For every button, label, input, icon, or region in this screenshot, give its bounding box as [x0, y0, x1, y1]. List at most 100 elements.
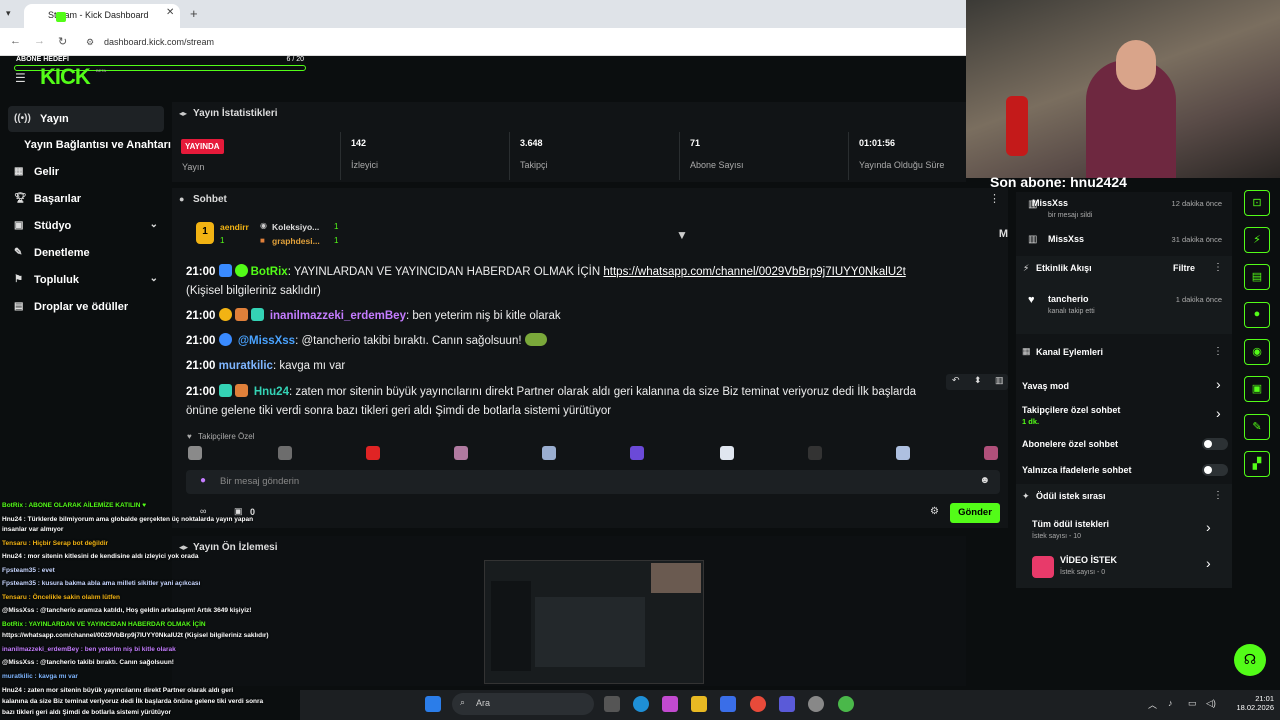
- forward-icon[interactable]: →: [34, 35, 45, 47]
- copilot-icon[interactable]: [662, 696, 678, 712]
- message-user[interactable]: @MissXss: [238, 335, 295, 347]
- chat-bubble-icon[interactable]: ●: [1244, 302, 1270, 328]
- sidebar-item-drops[interactable]: ▤ Droplar ve ödüller: [8, 294, 164, 320]
- chat-input[interactable]: ● Bir mesaj gönderin ☻: [186, 470, 1000, 494]
- fullscreen-icon[interactable]: ⊡: [1244, 190, 1270, 216]
- chrome-active-icon[interactable]: [838, 696, 854, 712]
- gift-icon: ■: [260, 236, 265, 245]
- reward-all-requests[interactable]: Tüm ödül istekleri: [1032, 519, 1109, 529]
- avatar[interactable]: [188, 446, 202, 460]
- avatar[interactable]: [984, 446, 998, 460]
- obs-icon[interactable]: [808, 696, 824, 712]
- avatar[interactable]: [454, 446, 468, 460]
- avatar[interactable]: [630, 446, 644, 460]
- chevron-down-icon: ⌄: [149, 219, 158, 230]
- network-icon[interactable]: ▭: [1188, 698, 1197, 709]
- send-button[interactable]: Gönder: [950, 503, 1000, 523]
- action-slow-mode[interactable]: Yavaş mod: [1022, 381, 1069, 391]
- chevron-right-icon[interactable]: ›: [1206, 555, 1211, 571]
- bot-badge-icon: [218, 333, 232, 346]
- site-info-icon[interactable]: ⚙: [86, 37, 94, 48]
- activity-user[interactable]: tancherio: [1048, 294, 1089, 304]
- sidebar-item-studio[interactable]: ▣ Stüdyo ⌄: [8, 213, 164, 239]
- avatar[interactable]: [896, 446, 910, 460]
- message-user[interactable]: BotRix: [251, 266, 288, 278]
- tray-chevron-icon[interactable]: ︿: [1148, 698, 1157, 711]
- chevron-right-icon[interactable]: ›: [1206, 519, 1211, 535]
- message-text: kavga mı var: [279, 360, 346, 372]
- new-tab-icon[interactable]: +: [190, 6, 198, 21]
- activity-more-icon[interactable]: ⋮: [1213, 262, 1223, 273]
- tools-icon[interactable]: ✎: [1244, 414, 1270, 440]
- sidebar-item-stream[interactable]: ((•)) Yayın: [8, 106, 164, 132]
- delete-icon[interactable]: ▥: [995, 375, 1004, 386]
- sidebar-item-revenue[interactable]: ▦ Gelir: [8, 159, 164, 185]
- browser-tab[interactable]: Stream - Kick Dashboard: [24, 4, 180, 28]
- message-user[interactable]: Hnu24: [254, 386, 289, 398]
- message-time: 21:00: [186, 335, 216, 347]
- support-chat-icon[interactable]: ☊: [1234, 644, 1266, 676]
- menu-icon[interactable]: ☰: [15, 71, 26, 85]
- reward-more-icon[interactable]: ⋮: [1213, 490, 1223, 501]
- overlay-chat: BotRix : ABONE OLARAK AİLEMİZE KATILIN ♥…: [0, 500, 300, 720]
- subscribers-only-toggle[interactable]: [1202, 438, 1228, 450]
- broadcast-button-icon[interactable]: ◉: [1244, 339, 1270, 365]
- chat-settings-icon[interactable]: ⚙: [930, 506, 939, 517]
- reply-icon[interactable]: ↶: [952, 375, 960, 386]
- avatar[interactable]: [542, 446, 556, 460]
- avatar[interactable]: [278, 446, 292, 460]
- action-followers-only[interactable]: Takipçilere özel sohbet: [1022, 405, 1120, 415]
- top-user-count: 1: [220, 236, 225, 245]
- kick-logo[interactable]: KICK: [40, 64, 91, 90]
- chevron-right-icon[interactable]: ›: [1216, 376, 1221, 392]
- gift-badge-icon: [234, 308, 248, 321]
- sidebar-item-community[interactable]: ⚑ Topluluk ⌄: [8, 267, 164, 293]
- sidebar-item-stream-key[interactable]: Yayın Bağlantısı ve Anahtarı: [8, 132, 172, 158]
- channel-actions-more-icon[interactable]: ⋮: [1213, 346, 1223, 357]
- event-user[interactable]: MissXss: [1048, 234, 1084, 244]
- message-time: 21:00: [186, 310, 216, 322]
- store-icon[interactable]: [720, 696, 736, 712]
- chat-more-icon[interactable]: ⋮: [989, 192, 1000, 205]
- task-view-icon[interactable]: [604, 696, 620, 712]
- bolt-button-icon[interactable]: ⚡︎: [1244, 227, 1270, 253]
- avatar[interactable]: [366, 446, 380, 460]
- pin-message-icon[interactable]: ⬍: [974, 375, 982, 386]
- pin-icon[interactable]: ▼: [676, 228, 688, 242]
- microphone-icon[interactable]: ●: [200, 475, 206, 486]
- overlay-line: BotRix : ABONE OLARAK AİLEMİZE KATILIN ♥: [2, 502, 147, 509]
- file-explorer-icon[interactable]: [691, 696, 707, 712]
- reload-icon[interactable]: ↻: [58, 35, 67, 48]
- close-tab-icon[interactable]: ✕: [166, 7, 174, 18]
- chevron-right-icon[interactable]: ›: [1216, 405, 1221, 421]
- mic-tray-icon[interactable]: ♪: [1168, 698, 1173, 708]
- url-field[interactable]: dashboard.kick.com/stream: [104, 37, 214, 47]
- preview-chat-thumbnail: [535, 597, 645, 667]
- message-link[interactable]: https://whatsapp.com/channel/0029VbBrp9j…: [603, 266, 905, 278]
- filter-button[interactable]: Filtre: [1173, 263, 1195, 273]
- chrome-icon[interactable]: [750, 696, 766, 712]
- emoji-icon[interactable]: ☻: [979, 475, 990, 486]
- message-user[interactable]: inanilmazzeki_erdemBey: [270, 310, 406, 322]
- avatar[interactable]: [720, 446, 734, 460]
- edge-icon[interactable]: [633, 696, 649, 712]
- tab-list-chevron-icon[interactable]: ▾: [6, 8, 11, 19]
- apps-icon[interactable]: ▞: [1244, 451, 1270, 477]
- message-user[interactable]: muratkilic: [219, 360, 273, 372]
- taskbar-search[interactable]: ⌕ Ara: [452, 693, 594, 715]
- emote-only-toggle[interactable]: [1202, 464, 1228, 476]
- sidebar-item-moderation[interactable]: ✎ Denetleme: [8, 240, 164, 266]
- notes-icon[interactable]: ▤: [1244, 264, 1270, 290]
- reward-video-request[interactable]: VİDEO İSTEK: [1060, 555, 1117, 565]
- event-user[interactable]: MissXss: [1032, 198, 1068, 208]
- back-icon[interactable]: ←: [10, 35, 21, 47]
- chevron-down-icon: ⌄: [149, 273, 158, 284]
- volume-icon[interactable]: ◁): [1206, 698, 1216, 709]
- windows-start-icon[interactable]: [425, 696, 441, 712]
- layout-icon[interactable]: ▣: [1244, 376, 1270, 402]
- app-icon[interactable]: [779, 696, 795, 712]
- avatar[interactable]: [808, 446, 822, 460]
- sidebar-item-achievements[interactable]: 🏆︎ Başarılar: [8, 186, 164, 212]
- taskbar-clock[interactable]: 21:01 18.02.2026: [1232, 694, 1274, 712]
- wrench-icon: ✎: [14, 247, 23, 258]
